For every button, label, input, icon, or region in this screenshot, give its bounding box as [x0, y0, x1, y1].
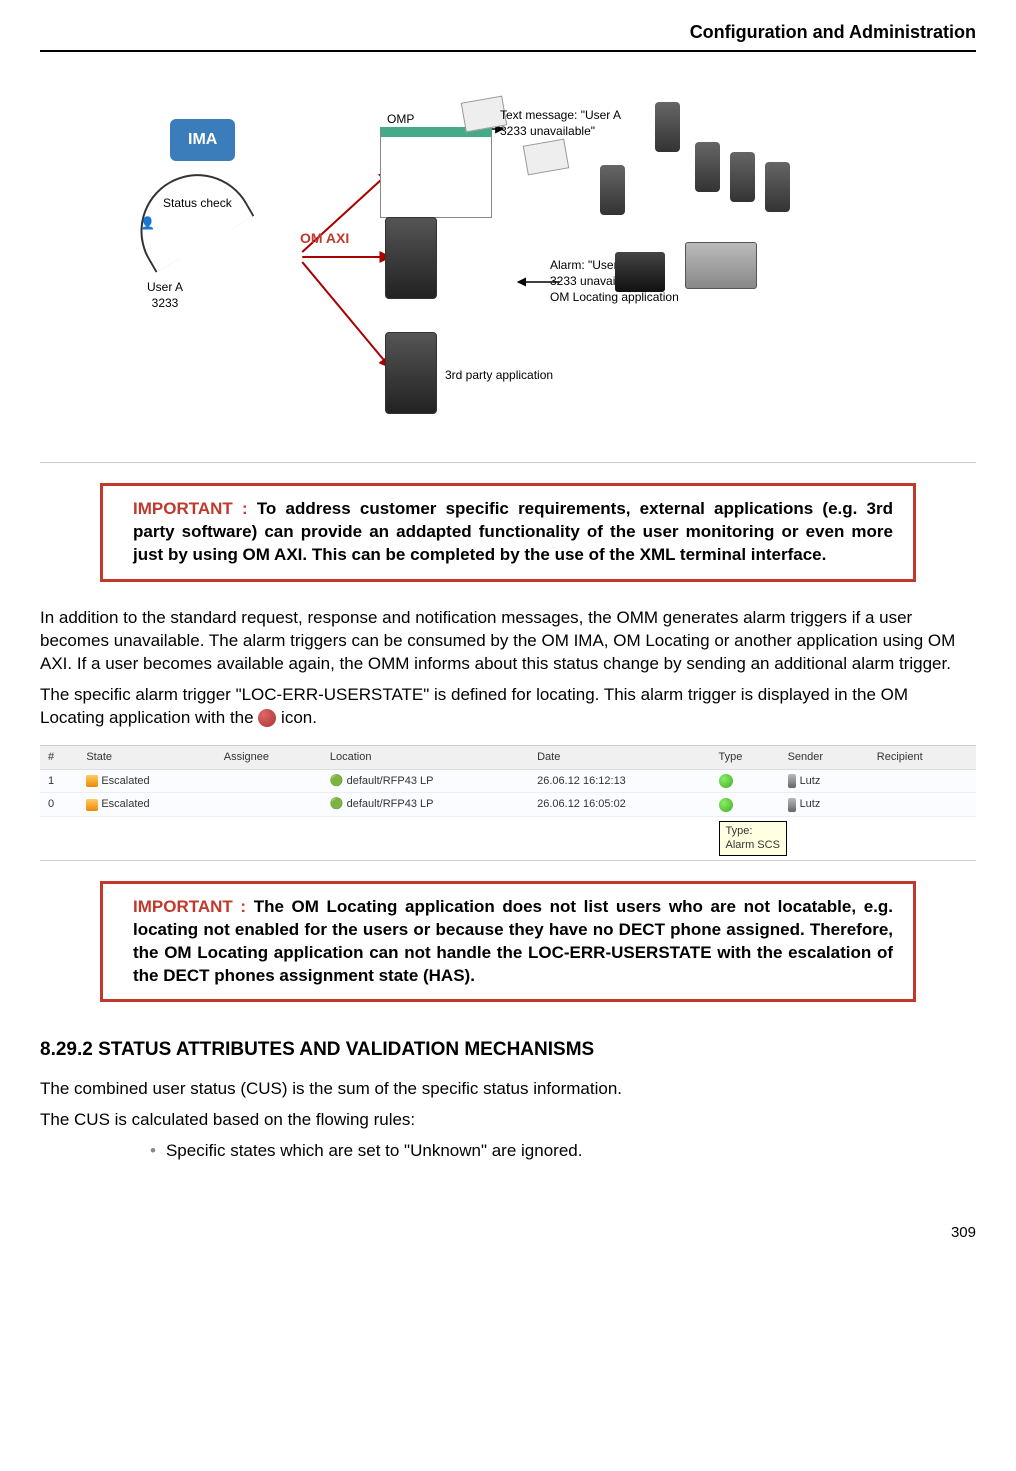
omp-window-icon [380, 127, 492, 218]
user-a-label: User A 3233 [147, 279, 183, 311]
type-tooltip: Type: Alarm SCS [719, 821, 787, 855]
escalated-icon [86, 775, 98, 787]
col-type: Type [711, 746, 780, 769]
col-recipient: Recipient [869, 746, 976, 769]
phone-icon [730, 152, 755, 202]
user-a-icon: 👤 [140, 217, 155, 229]
list-item: Specific states which are set to "Unknow… [150, 1140, 976, 1163]
col-location: Location [322, 746, 529, 769]
table-row: 0 Escalated 🟢 default/RFP43 LP 26.06.12 … [40, 793, 976, 817]
status-check-arc [120, 154, 255, 273]
server-icon-1 [385, 217, 437, 299]
col-sender: Sender [780, 746, 869, 769]
type-icon [719, 798, 733, 812]
type-icon [719, 774, 733, 788]
paragraph-3: The combined user status (CUS) is the su… [40, 1078, 976, 1101]
omp-label: OMP [387, 111, 414, 127]
important-label: IMPORTANT : [133, 897, 254, 916]
col-num: # [40, 746, 78, 769]
important-label: IMPORTANT : [133, 499, 257, 518]
third-party-label: 3rd party application [445, 367, 553, 383]
locating-table-screenshot: # State Assignee Location Date Type Send… [40, 745, 976, 861]
phone-icon [765, 162, 790, 212]
col-date: Date [529, 746, 710, 769]
alarm-error-icon [258, 709, 276, 727]
page-number: 309 [40, 1223, 976, 1243]
important-box-1: IMPORTANT : To address customer specific… [100, 483, 916, 582]
table-row: 1 Escalated 🟢 default/RFP43 LP 26.06.12 … [40, 769, 976, 793]
page-header: Configuration and Administration [40, 20, 976, 52]
col-assignee: Assignee [216, 746, 322, 769]
text-message-label: Text message: "User A 3233 unavailable" [500, 107, 621, 139]
server-icon-2 [385, 332, 437, 414]
phone-icon [695, 142, 720, 192]
status-check-label: Status check [163, 195, 232, 211]
section-heading: 8.29.2 STATUS ATTRIBUTES AND VALIDATION … [40, 1037, 976, 1063]
envelope-icon-2 [523, 139, 570, 176]
phone-icon [600, 165, 625, 215]
diagram-container: IMA Status check 👤 User A 3233 OM AXI OM… [40, 72, 976, 463]
col-state: State [78, 746, 215, 769]
laptop-icon [685, 242, 757, 289]
sender-icon [788, 798, 796, 812]
paragraph-2: The specific alarm trigger "LOC-ERR-USER… [40, 684, 976, 730]
escalated-icon [86, 799, 98, 811]
deskphone-icon [615, 252, 665, 292]
bullet-list: Specific states which are set to "Unknow… [150, 1140, 976, 1163]
ima-node: IMA [170, 119, 235, 161]
paragraph-1: In addition to the standard request, res… [40, 607, 976, 676]
phone-icon [655, 102, 680, 152]
paragraph-4: The CUS is calculated based on the flowi… [40, 1109, 976, 1132]
om-axi-label: OM AXI [300, 229, 349, 248]
important-box-2: IMPORTANT : The OM Locating application … [100, 881, 916, 1003]
diagram: IMA Status check 👤 User A 3233 OM AXI OM… [45, 87, 971, 447]
sender-icon [788, 774, 796, 788]
